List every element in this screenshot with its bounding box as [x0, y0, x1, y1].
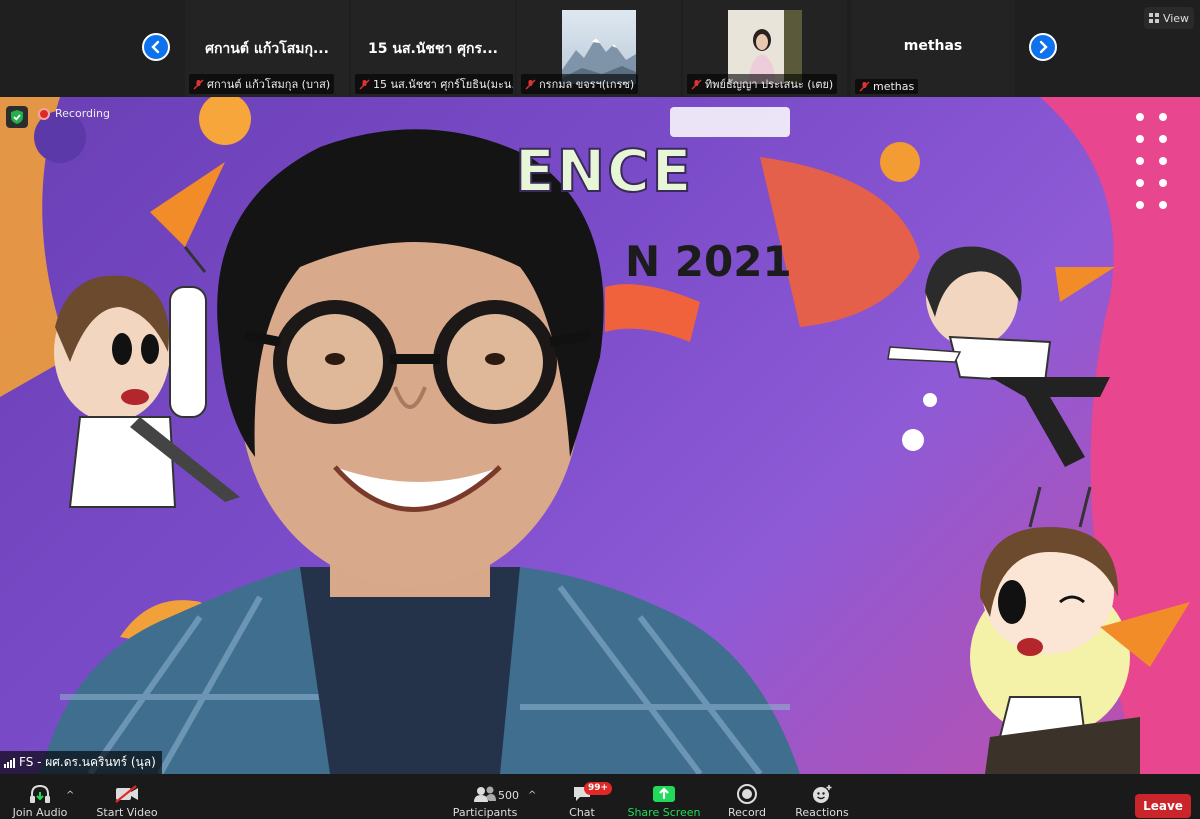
mic-muted-icon — [859, 81, 870, 92]
chat-button[interactable]: Chat — [560, 774, 604, 819]
participant-video-thumbnail — [728, 10, 802, 84]
join-audio-button[interactable]: Join Audio — [10, 774, 70, 819]
record-button[interactable]: Record — [722, 774, 772, 819]
grid-view-icon — [1148, 13, 1159, 23]
reactions-button[interactable]: Reactions — [792, 774, 852, 819]
leave-button[interactable]: Leave — [1135, 794, 1191, 818]
participants-count: 500 — [498, 789, 519, 802]
participant-label: 15 นส.นัชชา ศุกร์โยธิน(มะน... — [355, 74, 513, 94]
chat-unread-badge: 99+ — [584, 782, 613, 795]
participant-tile[interactable]: กรกมล ขจรฯ(เกรซ) — [517, 0, 681, 97]
event-title-top: ENCE — [514, 136, 694, 206]
recording-label: Recording — [55, 107, 111, 120]
speaker-video: ENCE N 2021 Recording FS - ผศ.ดร.นครินทร… — [0, 97, 1200, 774]
participant-tile[interactable]: ทิพย์ธัญญา ประเสนะ (เตย) — [683, 0, 847, 97]
participant-tile[interactable]: methas methas — [851, 0, 1015, 97]
participant-label-text: ทิพย์ธัญญา ประเสนะ (เตย) — [705, 78, 834, 91]
participant-strip: ศกานต์ แก้วโสมกุ... ศกานต์ แก้วโสมกุล (บ… — [0, 0, 1200, 97]
mic-muted-icon — [193, 79, 204, 90]
previous-page-button[interactable] — [142, 33, 170, 61]
participant-label-text: กรกมล ขจรฯ(เกรซ) — [539, 78, 635, 91]
participant-label-text: 15 นส.นัชชา ศุกร์โยธิน(มะน... — [373, 78, 513, 91]
mic-muted-icon — [525, 79, 536, 90]
share-screen-button[interactable]: Share Screen — [627, 774, 701, 819]
chevron-right-icon — [1039, 40, 1048, 54]
recording-dot-icon — [38, 107, 50, 120]
start-video-label: Start Video — [96, 806, 158, 819]
participant-label: กรกมล ขจรฯ(เกรซ) — [521, 74, 639, 94]
mic-muted-icon — [359, 79, 370, 90]
chevron-left-icon — [151, 40, 160, 54]
view-button[interactable]: View — [1144, 7, 1194, 29]
event-title-year: N 2021 — [625, 237, 792, 286]
active-speaker-label: FS - ผศ.ดร.นครินทร์ (นุล) — [0, 751, 162, 774]
recording-indicator: Recording — [38, 107, 110, 120]
participants-label: Participants — [452, 806, 518, 819]
mic-muted-icon — [691, 79, 702, 90]
share-screen-icon — [653, 786, 675, 802]
share-screen-label: Share Screen — [627, 806, 701, 819]
participant-label: methas — [855, 79, 919, 94]
active-speaker-name: FS - ผศ.ดร.นครินทร์ (นุล) — [19, 755, 156, 769]
participant-name: ศกานต์ แก้วโสมกุ... — [205, 41, 329, 57]
view-label: View — [1162, 11, 1190, 25]
participant-label: ศกานต์ แก้วโสมกุล (บาส) — [189, 74, 335, 94]
record-icon — [737, 784, 757, 804]
participant-label: ทิพย์ธัญญา ประเสนะ (เตย) — [687, 74, 838, 94]
participant-name: 15 นส.นัชชา ศุกร... — [368, 41, 498, 57]
meeting-toolbar: Join Audio ^ Start Video Participants 50… — [0, 774, 1200, 819]
reaction-smiley-icon — [813, 785, 832, 803]
start-video-button[interactable]: Start Video — [95, 774, 159, 819]
participants-options-caret[interactable]: ^ — [528, 790, 536, 801]
participant-label-text: ศกานต์ แก้วโสมกุล (บาส) — [207, 78, 331, 91]
participant-tile[interactable]: ศกานต์ แก้วโสมกุ... ศกานต์ แก้วโสมกุล (บ… — [185, 0, 349, 97]
next-page-button[interactable] — [1029, 33, 1057, 61]
video-off-icon — [115, 785, 138, 803]
join-audio-label: Join Audio — [12, 806, 68, 819]
participant-name: methas — [903, 38, 963, 54]
participant-label-text: methas — [873, 80, 915, 93]
audio-options-caret[interactable]: ^ — [66, 790, 74, 801]
participant-tile[interactable]: 15 นส.นัชชา ศุกร... 15 นส.นัชชา ศุกร์โยธ… — [351, 0, 515, 97]
record-label: Record — [727, 806, 766, 819]
participants-icon — [474, 786, 496, 802]
headphones-icon — [30, 784, 50, 803]
chat-label: Chat — [569, 806, 595, 819]
reactions-label: Reactions — [795, 806, 849, 819]
mountain-thumbnail — [562, 10, 636, 84]
audio-level-icon — [4, 757, 15, 768]
security-shield-icon[interactable] — [6, 106, 28, 128]
